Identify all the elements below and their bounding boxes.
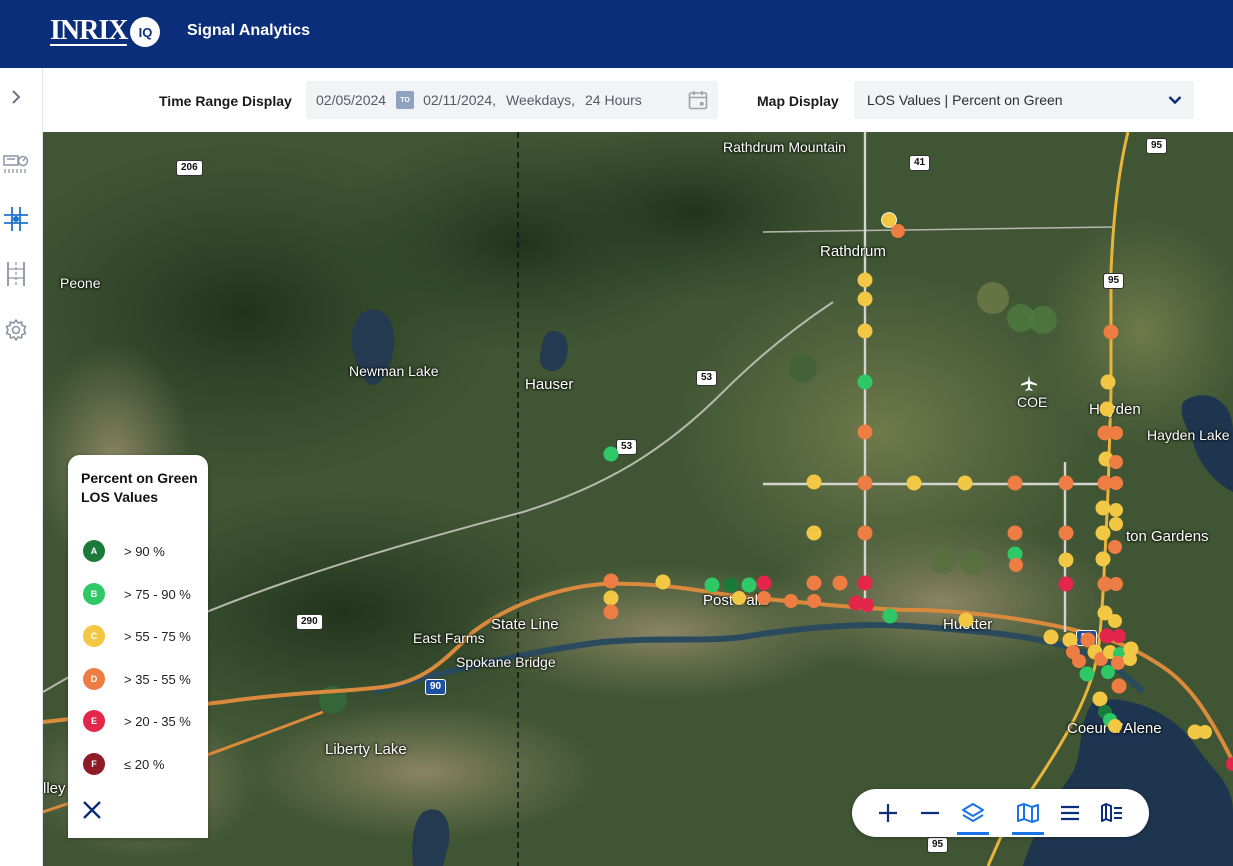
legend-range-b: > 75 - 90 % (124, 586, 191, 602)
sidebar-item-corridors[interactable] (2, 260, 30, 288)
map-legend-button[interactable] (1098, 799, 1126, 827)
satellite-map[interactable]: Rathdrum Mountain Rathdrum Peone Newman … (43, 132, 1233, 866)
dashboard-gauge-icon (3, 155, 29, 173)
legend-range-a: > 90 % (124, 543, 165, 559)
zoom-out-button[interactable] (916, 799, 944, 827)
logo-badge: IQ (130, 17, 161, 47)
menu-icon (1061, 805, 1079, 821)
legend-item-d: D > 35 - 55 % (83, 668, 191, 690)
map-display-select[interactable]: LOS Values | Percent on Green (854, 81, 1194, 119)
legend-range-d: > 35 - 55 % (124, 671, 191, 687)
map-icon (1017, 803, 1039, 823)
sidebar-item-dashboard[interactable] (2, 150, 30, 178)
signal-dots[interactable] (603, 212, 1233, 772)
chevron-right-icon (12, 90, 21, 104)
legend-item-a: A > 90 % (83, 540, 165, 562)
layers-button[interactable] (957, 799, 989, 835)
days-value: Weekdays (506, 92, 572, 108)
legend-panel: Percent on Green LOS Values A > 90 % B >… (68, 455, 208, 838)
legend-dot-b: B (83, 583, 105, 605)
left-sidebar (0, 68, 43, 866)
logo-wordmark: INRIX (50, 15, 128, 46)
to-badge: TO (396, 91, 415, 109)
legend-item-e: E > 20 - 35 % (83, 710, 191, 732)
date-range-picker[interactable]: 02/05/2024 TO 02/11/2024 , Weekdays , 24… (306, 81, 718, 119)
legend-item-c: C > 55 - 75 % (83, 625, 191, 647)
legend-dot-a: A (83, 540, 105, 562)
legend-dot-f: F (83, 753, 105, 775)
zoom-in-icon (879, 804, 897, 822)
app-title: Signal Analytics (187, 22, 310, 39)
zoom-out-icon (921, 811, 939, 815)
map-legend-icon (1101, 803, 1122, 822)
separator-comma: , (492, 92, 496, 108)
layers-icon (962, 803, 984, 822)
map-view-active-indicator (1012, 832, 1044, 835)
sidebar-item-settings[interactable] (2, 316, 30, 344)
map-toolbar (852, 789, 1149, 837)
layers-active-indicator (957, 832, 989, 835)
end-date: 02/11/2024 (423, 92, 493, 108)
intersection-network-icon (4, 207, 28, 231)
zoom-in-button[interactable] (874, 799, 902, 827)
gear-icon (5, 319, 27, 341)
legend-dot-c: C (83, 625, 105, 647)
inrix-logo[interactable]: INRIX IQ (50, 15, 161, 47)
expand-sidebar-button[interactable] (2, 83, 30, 111)
legend-dot-d: D (83, 668, 105, 690)
calendar-icon[interactable] (688, 90, 708, 110)
hours-value: 24 Hours (585, 92, 642, 108)
chevron-down-icon (1168, 96, 1182, 105)
time-range-label: Time Range Display (159, 93, 292, 109)
legend-range-f: ≤ 20 % (124, 756, 165, 772)
signal-markers (603, 212, 1233, 772)
top-header: INRIX IQ Signal Analytics (0, 0, 1233, 68)
sidebar-item-intersections[interactable] (2, 205, 30, 233)
legend-item-b: B > 75 - 90 % (83, 583, 191, 605)
legend-range-c: > 55 - 75 % (124, 628, 191, 644)
map-display-label: Map Display (757, 93, 839, 109)
controls-bar: Time Range Display 02/05/2024 TO 02/11/2… (43, 68, 1233, 132)
legend-dot-e: E (83, 710, 105, 732)
close-icon[interactable] (81, 799, 103, 821)
menu-button[interactable] (1056, 799, 1084, 827)
separator-comma: , (571, 92, 575, 108)
corridor-icon (7, 262, 25, 286)
legend-title: Percent on Green LOS Values (81, 470, 198, 505)
start-date: 02/05/2024 (316, 92, 387, 108)
legend-range-e: > 20 - 35 % (124, 713, 191, 729)
map-display-value: LOS Values | Percent on Green (867, 92, 1063, 108)
map-view-button[interactable] (1012, 799, 1044, 835)
legend-item-f: F ≤ 20 % (83, 753, 164, 775)
